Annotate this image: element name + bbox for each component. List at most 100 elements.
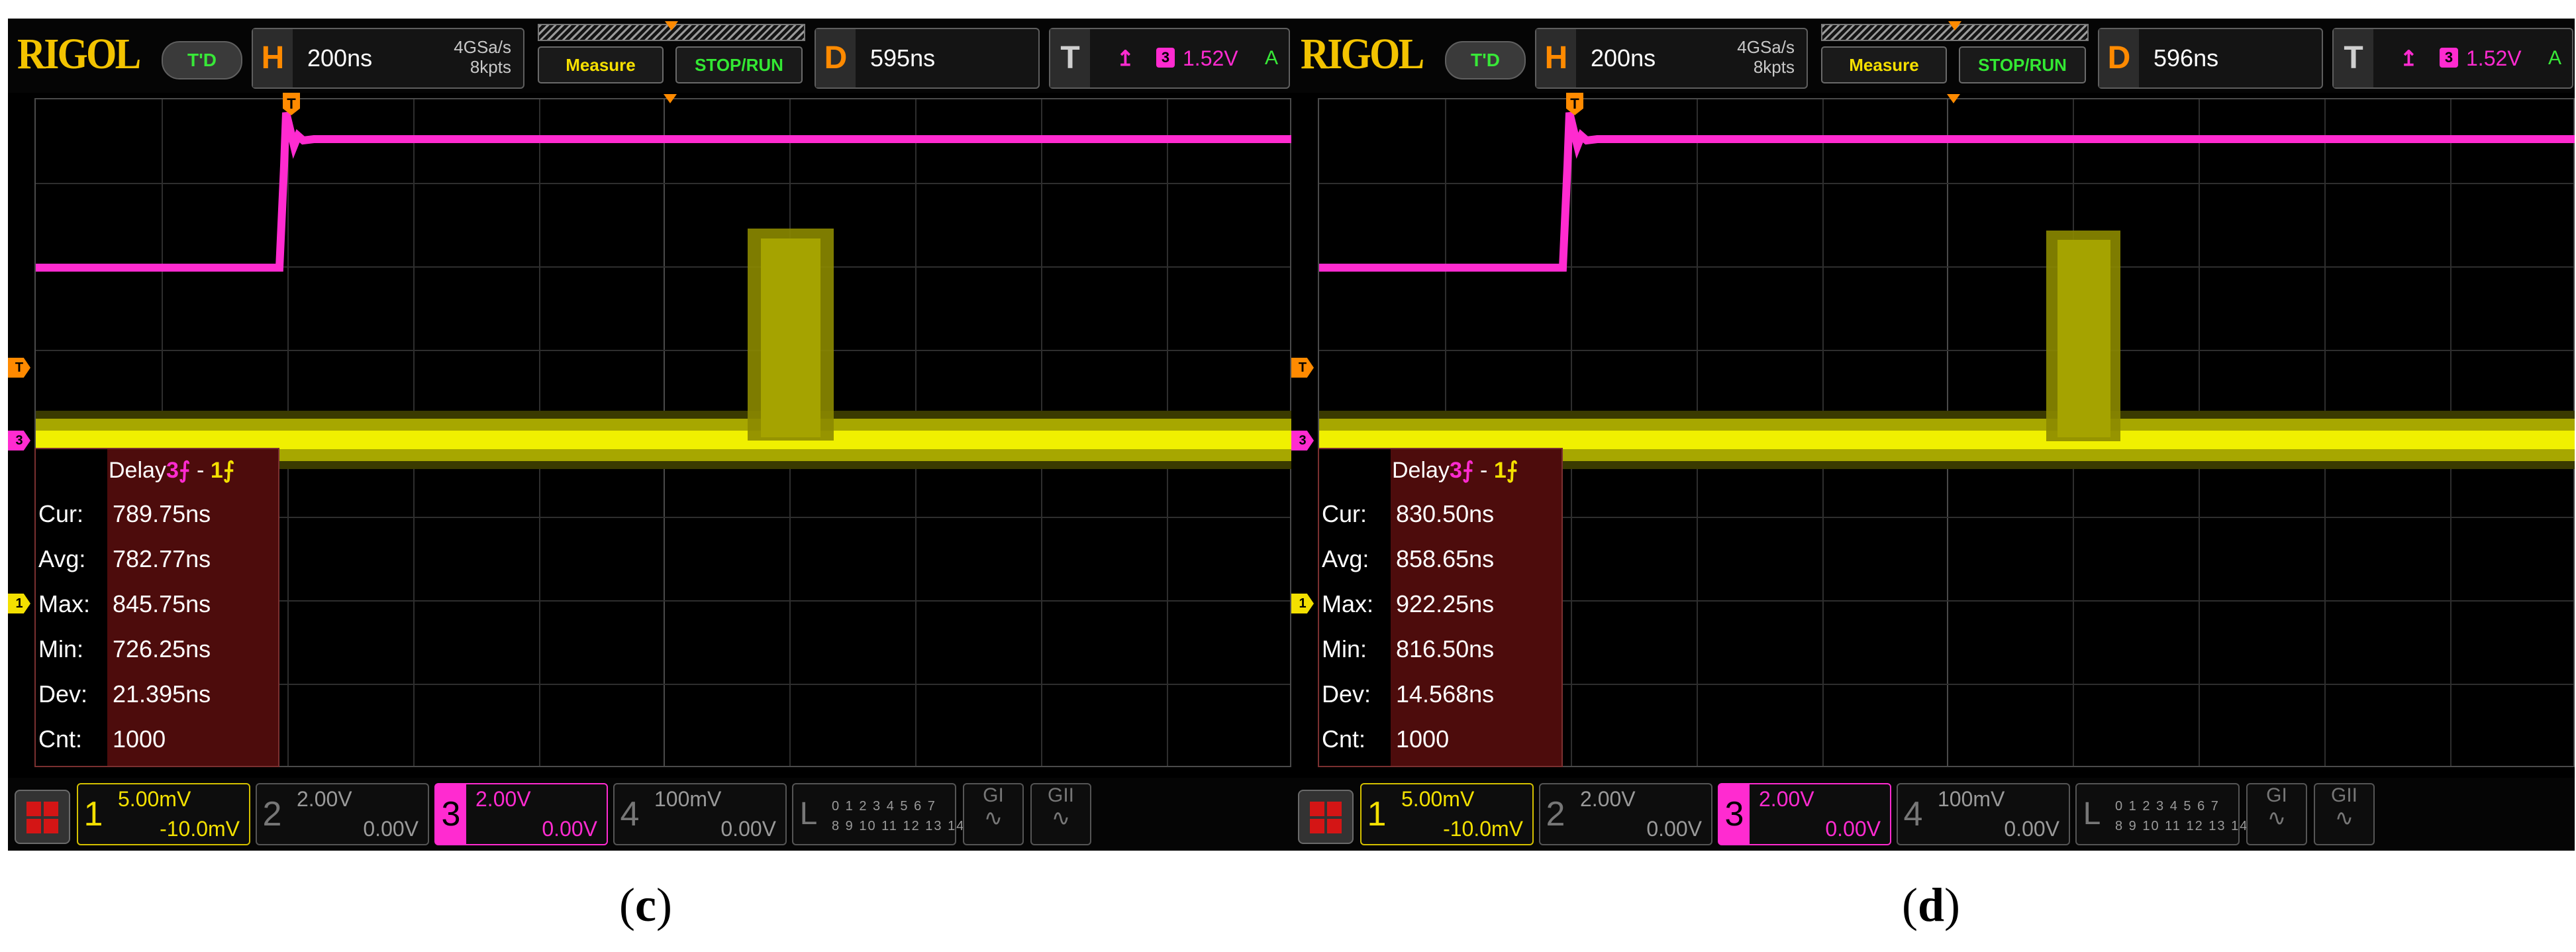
oscilloscope-screen-c: RIGOL T'D H 200ns 4GSa/s 8kpts Measure S… xyxy=(8,19,1291,851)
center-marker-icon xyxy=(664,94,677,103)
sample-rate-info: 4GSa/s 8kpts xyxy=(454,37,511,77)
rising-edge-icon: ⨍ xyxy=(178,458,191,483)
bottom-channel-bar: 1 5.00mV -10.0mV 2 2.00V 0.00V 3 2.00V 0… xyxy=(8,778,1291,851)
channel2-settings[interactable]: 2 2.00V 0.00V xyxy=(1539,783,1712,845)
trigger-level-marker[interactable]: T xyxy=(8,358,30,378)
channel-offset: 0.00V xyxy=(542,817,597,841)
top-status-bar: RIGOL T'D H 200ns 4GSa/s 8kpts Measure S… xyxy=(8,19,1291,93)
measurement-separator: - xyxy=(1480,458,1488,483)
measurement-value: 789.75ns xyxy=(113,500,211,527)
menu-button[interactable] xyxy=(1298,790,1354,844)
generator2-button[interactable]: GII ∿ xyxy=(2314,783,2375,845)
horizontal-label: H xyxy=(253,29,293,87)
stop-run-button[interactable]: STOP/RUN xyxy=(1959,46,2086,83)
caption-c: (c) xyxy=(619,878,672,931)
measurement-label: Avg: xyxy=(38,545,86,572)
measure-button[interactable]: Measure xyxy=(1821,46,1947,83)
channel1-ground-marker[interactable]: 1 xyxy=(1291,594,1314,613)
measurement-value: 1000 xyxy=(113,725,166,753)
channel-number: 2 xyxy=(1546,795,1565,833)
sine-wave-icon: ∿ xyxy=(983,806,1003,831)
rising-edge-icon: ⨍ xyxy=(1461,458,1474,483)
sine-wave-icon: ∿ xyxy=(2267,806,2287,831)
horizontal-timebase-box[interactable]: H 200ns 4GSa/s 8kpts xyxy=(1535,28,1808,89)
trigger-source: 3 xyxy=(1156,48,1175,68)
measurement-panel: Delay3⨍ - 1⨍ Cur: 830.50ns Avg: 858.65ns M… xyxy=(1318,448,1563,767)
trigger-label: T xyxy=(1050,29,1090,87)
channel-number: 3 xyxy=(1719,784,1750,844)
delay-box[interactable]: D 595ns xyxy=(815,28,1040,89)
measurement-panel: Delay3⨍ - 1⨍ Cur: 789.75ns Avg: 782.77ns M… xyxy=(34,448,279,767)
channel1-settings[interactable]: 1 5.00mV -10.0mV xyxy=(1360,783,1534,845)
channel2-settings[interactable]: 2 2.00V 0.00V xyxy=(256,783,429,845)
measurement-separator: - xyxy=(197,458,205,483)
generator-label: GII xyxy=(1047,784,1074,806)
memory-depth: 8kpts xyxy=(1753,57,1795,77)
logic-analyzer-box[interactable]: L 0 1 2 3 4 5 6 7 8 9 10 11 12 13 14 15 xyxy=(792,783,986,845)
channel-scale: 5.00mV xyxy=(1401,787,1475,811)
menu-grid-icon xyxy=(1310,802,1324,816)
channel-number: 1 xyxy=(1367,795,1387,833)
sine-wave-icon: ∿ xyxy=(1051,806,1071,831)
measurement-value: 782.77ns xyxy=(113,545,211,572)
channel-number: 1 xyxy=(83,795,103,833)
channel1-trace-core xyxy=(1319,431,2575,449)
trigger-box[interactable]: T ↥ 3 1.52V A xyxy=(2332,28,2573,89)
generator-label: GI xyxy=(983,784,1004,806)
channel-scale: 100mV xyxy=(654,787,722,811)
top-status-bar: RIGOL T'D H 200ns 4GSa/s 8kpts Measure S… xyxy=(1291,19,2575,93)
measurement-row: Cnt: 1000 xyxy=(1319,718,1561,761)
menu-grid-icon xyxy=(26,819,41,833)
measurement-label: Avg: xyxy=(1322,545,1369,572)
delay-value: 595ns xyxy=(870,44,936,72)
horizontal-timebase-box[interactable]: H 200ns 4GSa/s 8kpts xyxy=(252,28,524,89)
channel-number: 4 xyxy=(1903,795,1923,833)
channel4-settings[interactable]: 4 100mV 0.00V xyxy=(613,783,787,845)
run-state-badge[interactable]: T'D xyxy=(162,41,242,79)
generator-label: GI xyxy=(2266,784,2287,806)
timebase-value: 200ns xyxy=(307,44,373,72)
caption-d: (d) xyxy=(1902,878,1961,931)
rising-edge-icon: ↥ xyxy=(2400,46,2418,70)
measurement-value: 858.65ns xyxy=(1396,545,1495,572)
measurement-row: Cur: 830.50ns xyxy=(1319,493,1561,535)
channel1-ground-marker[interactable]: 1 xyxy=(8,594,30,613)
channel4-settings[interactable]: 4 100mV 0.00V xyxy=(1897,783,2070,845)
trigger-box[interactable]: T ↥ 3 1.52V A xyxy=(1049,28,1290,89)
menu-grid-icon xyxy=(1327,819,1342,833)
measurement-label: Dev: xyxy=(1322,680,1371,708)
channel3-ground-marker[interactable]: 3 xyxy=(8,431,30,450)
generator2-button[interactable]: GII ∿ xyxy=(1030,783,1091,845)
channel1-trace-core xyxy=(36,431,1291,449)
generator1-button[interactable]: GI ∿ xyxy=(963,783,1024,845)
menu-button[interactable] xyxy=(15,790,70,844)
memory-position-indicator xyxy=(1821,21,2089,41)
trigger-label: T xyxy=(2334,29,2373,87)
oscilloscope-screen-d: RIGOL T'D H 200ns 4GSa/s 8kpts Measure S… xyxy=(1291,19,2575,851)
delay-box[interactable]: D 596ns xyxy=(2098,28,2323,89)
logic-label: L xyxy=(2083,796,2101,831)
trigger-mode: A xyxy=(2548,47,2561,69)
menu-grid-icon xyxy=(1327,802,1342,816)
run-state-badge[interactable]: T'D xyxy=(1445,41,1526,79)
channel3-settings[interactable]: 3 2.00V 0.00V xyxy=(1718,783,1891,845)
sample-rate: 4GSa/s xyxy=(454,37,511,57)
bottom-channel-bar: 1 5.00mV -10.0mV 2 2.00V 0.00V 3 2.00V 0… xyxy=(1291,778,2575,851)
sample-rate: 4GSa/s xyxy=(1737,37,1795,57)
channel1-settings[interactable]: 1 5.00mV -10.0mV xyxy=(77,783,250,845)
generator1-button[interactable]: GI ∿ xyxy=(2246,783,2307,845)
memory-position-indicator xyxy=(538,21,805,41)
channel3-ground-marker[interactable]: 3 xyxy=(1291,431,1314,450)
sample-rate-info: 4GSa/s 8kpts xyxy=(1737,37,1795,77)
measurement-value: 830.50ns xyxy=(1396,500,1495,527)
channel-number: 3 xyxy=(436,784,466,844)
channel-number: 4 xyxy=(620,795,640,833)
menu-grid-icon xyxy=(44,819,58,833)
logic-analyzer-box[interactable]: L 0 1 2 3 4 5 6 7 8 9 10 11 12 13 14 15 xyxy=(2075,783,2269,845)
channel3-settings[interactable]: 3 2.00V 0.00V xyxy=(434,783,608,845)
stop-run-button[interactable]: STOP/RUN xyxy=(675,46,803,83)
measure-button[interactable]: Measure xyxy=(538,46,664,83)
caption-letter: c xyxy=(634,878,656,931)
trigger-level-marker[interactable]: T xyxy=(1291,358,1314,378)
trigger-level: 1.52V xyxy=(2466,46,2522,70)
